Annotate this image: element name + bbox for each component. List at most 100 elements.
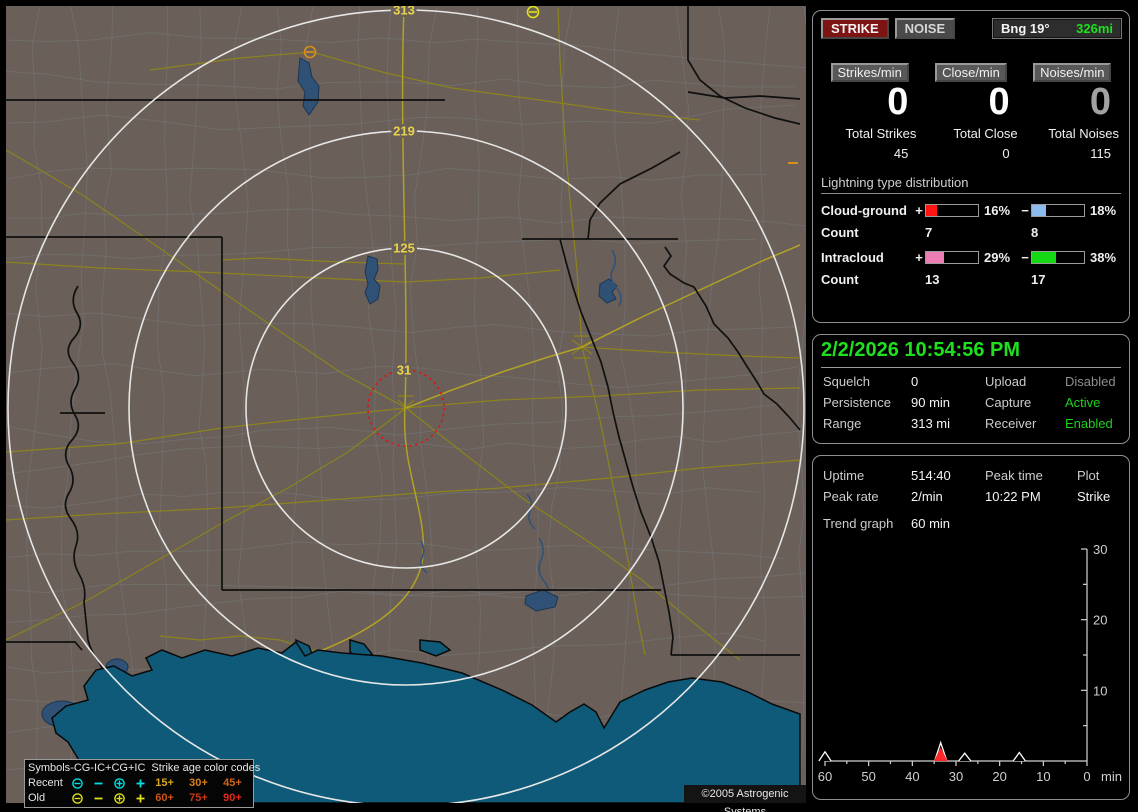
distance-value: 326mi bbox=[1076, 21, 1113, 36]
age-30: 30+ bbox=[189, 777, 208, 789]
close-per-min-value: 0 bbox=[988, 81, 1010, 123]
noise-mode-button[interactable]: NOISE bbox=[894, 18, 956, 39]
total-close-value: 0 bbox=[1002, 145, 1010, 161]
bearing-value: Bng 19° bbox=[1001, 21, 1050, 36]
lightning-distribution: Lightning type distribution Cloud-ground… bbox=[813, 175, 1129, 287]
svg-text:125: 125 bbox=[393, 241, 415, 256]
legend-recent-label: Recent bbox=[28, 777, 63, 789]
svg-text:20: 20 bbox=[992, 769, 1006, 784]
age-15: 15+ bbox=[155, 777, 174, 789]
legend-header-row: Symbols -CG -IC +CG +IC Strike age color… bbox=[28, 761, 260, 776]
cg-negative-pct: 18% bbox=[1090, 202, 1117, 218]
persistence-label: Persistence bbox=[823, 395, 891, 410]
strikes-column: Strikes/min 0 Total Strikes 45 bbox=[819, 63, 920, 161]
uptime-label: Uptime bbox=[823, 468, 865, 483]
svg-text:30: 30 bbox=[1093, 542, 1107, 557]
legend-old-label: Old bbox=[28, 792, 46, 804]
upload-label: Upload bbox=[985, 374, 1027, 389]
svg-text:313: 313 bbox=[393, 6, 415, 18]
trend-chart: 10 20 30 0 10 20 30 40 50 60 min bbox=[818, 542, 1122, 784]
ic-positive-pct: 29% bbox=[984, 249, 1011, 265]
lightning-map[interactable]: 313 219 125 31 Symbols -CG -IC +CG +IC Stri… bbox=[6, 6, 806, 812]
legend-recent-row: Recent 15+ 30+ 45+ bbox=[28, 776, 253, 791]
noises-per-min-value: 0 bbox=[1089, 81, 1111, 123]
squelch-label: Squelch bbox=[823, 374, 870, 389]
stats-row: Peak rate 2/min 10:22 PM Strike bbox=[813, 489, 1129, 504]
plus-sign: + bbox=[915, 202, 923, 218]
map-legend: Symbols -CG -IC +CG +IC Strike age color… bbox=[24, 759, 260, 808]
persistence-value: 90 min bbox=[911, 395, 951, 410]
age-75: 75+ bbox=[189, 792, 208, 804]
strike-mode-button[interactable]: STRIKE bbox=[821, 18, 889, 39]
svg-text:min: min bbox=[1101, 769, 1122, 784]
pos-cg-old-icon bbox=[109, 792, 130, 805]
plot-mode-value: Strike bbox=[1077, 489, 1111, 504]
legend-col-neg-cg: -CG bbox=[70, 762, 91, 774]
legend-col-neg-ic: -IC bbox=[90, 762, 106, 774]
receiver-state: Enabled bbox=[1065, 416, 1113, 431]
cg-negative-bar bbox=[1031, 203, 1085, 217]
svg-text:60: 60 bbox=[818, 769, 832, 784]
map-canvas[interactable]: 313 219 125 31 bbox=[6, 6, 806, 803]
age-45: 45+ bbox=[223, 777, 242, 789]
plus-sign: + bbox=[915, 249, 923, 265]
strikes-per-min-button[interactable]: Strikes/min bbox=[830, 63, 909, 82]
receiver-label: Receiver bbox=[985, 416, 1037, 431]
cloud-ground-row: Cloud-ground + 16% − 18% bbox=[821, 203, 1121, 218]
ic-positive-bar bbox=[925, 250, 979, 264]
status-row: Range 313 mi Receiver Enabled bbox=[813, 416, 1129, 431]
copyright-text: ©2005 Astrogenic Systems bbox=[684, 785, 806, 812]
total-noises-value: 115 bbox=[1090, 145, 1111, 161]
strikes-per-min-value: 0 bbox=[887, 81, 909, 123]
trend-panel: Uptime 514:40 Peak time Plot Peak rate 2… bbox=[812, 455, 1130, 800]
capture-state: Active bbox=[1065, 395, 1101, 410]
cg-positive-count: 7 bbox=[925, 224, 933, 240]
count-label: Count bbox=[821, 271, 859, 287]
trend-window-value: 60 min bbox=[911, 516, 951, 531]
peak-time-label: Peak time bbox=[985, 468, 1043, 483]
total-noises-label: Total Noises bbox=[1048, 125, 1119, 141]
upload-state: Disabled bbox=[1065, 374, 1116, 389]
svg-text:20: 20 bbox=[1093, 613, 1107, 628]
neg-ic-old-icon bbox=[88, 792, 109, 805]
status-row: Persistence 90 min Capture Active bbox=[813, 395, 1129, 410]
trend-header-row: Trend graph 60 min bbox=[813, 516, 1129, 531]
peak-rate-value: 2/min bbox=[911, 489, 943, 504]
neg-cg-old-icon bbox=[67, 792, 88, 805]
ic-negative-bar bbox=[1031, 250, 1085, 264]
svg-text:10: 10 bbox=[1036, 769, 1050, 784]
svg-text:0: 0 bbox=[1083, 769, 1090, 784]
legend-symbols-header: Symbols bbox=[28, 762, 71, 774]
age-60: 60+ bbox=[155, 792, 174, 804]
total-strikes-value: 45 bbox=[893, 145, 909, 161]
app-window: 313 219 125 31 Symbols -CG -IC +CG +IC Stri… bbox=[0, 0, 1138, 812]
intracloud-row: Intracloud + 29% − 38% bbox=[821, 250, 1121, 265]
status-row: Squelch 0 Upload Disabled bbox=[813, 374, 1129, 389]
ic-positive-count: 13 bbox=[925, 271, 940, 287]
status-panel: 2/2/2026 10:54:56 PM Squelch 0 Upload Di… bbox=[812, 334, 1130, 444]
trend-graph-label: Trend graph bbox=[823, 516, 894, 531]
intracloud-label: Intracloud bbox=[821, 249, 884, 265]
cg-negative-count: 8 bbox=[1031, 224, 1039, 240]
pos-cg-recent-icon bbox=[109, 777, 130, 790]
intracloud-count-row: Count 13 17 bbox=[821, 272, 1121, 287]
plot-label: Plot bbox=[1077, 468, 1100, 483]
stats-row: Uptime 514:40 Peak time Plot bbox=[813, 468, 1129, 483]
counters-panel: STRIKE NOISE Bng 19° 326mi Strikes/min 0… bbox=[812, 10, 1130, 323]
total-close-label: Total Close bbox=[953, 125, 1018, 141]
svg-text:40: 40 bbox=[905, 769, 919, 784]
close-per-min-button[interactable]: Close/min bbox=[935, 63, 1007, 82]
neg-cg-recent-icon bbox=[67, 777, 88, 790]
distribution-title: Lightning type distribution bbox=[821, 175, 1121, 194]
rate-counters: Strikes/min 0 Total Strikes 45 Close/min… bbox=[813, 63, 1129, 161]
peak-rate-label: Peak rate bbox=[823, 489, 879, 504]
range-value: 313 mi bbox=[911, 416, 951, 431]
ic-negative-count: 17 bbox=[1031, 271, 1046, 287]
bearing-range-display: Bng 19° 326mi bbox=[992, 18, 1122, 39]
noises-column: Noises/min 0 Total Noises 115 bbox=[1022, 63, 1123, 161]
legend-col-pos-cg: +CG bbox=[105, 762, 128, 774]
svg-text:31: 31 bbox=[397, 363, 411, 378]
noises-per-min-button[interactable]: Noises/min bbox=[1033, 63, 1112, 82]
age-90: 90+ bbox=[223, 792, 242, 804]
svg-text:30: 30 bbox=[949, 769, 963, 784]
